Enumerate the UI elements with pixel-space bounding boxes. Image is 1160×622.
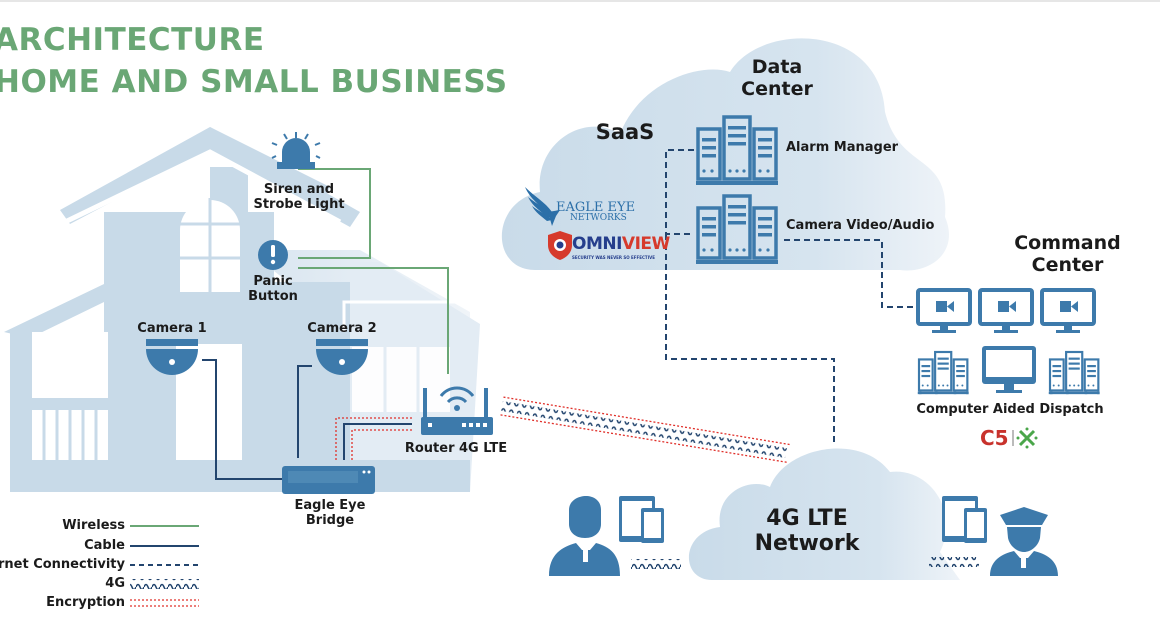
router-label: Router 4G LTE — [404, 441, 508, 456]
4g-wave-user — [631, 559, 681, 569]
architecture-diagram: ARCHITECTURE HOME AND SMALL BUSINESS Sir… — [0, 0, 1160, 620]
siren-icon — [271, 132, 321, 169]
server-rack-icon — [1048, 350, 1100, 395]
video-monitor-icon — [1040, 288, 1096, 333]
4g-encrypted-link — [500, 396, 792, 464]
video-monitor-icon — [978, 288, 1034, 333]
command-center-label: Command Center — [1014, 232, 1121, 276]
data-center-label: Data Center — [741, 56, 813, 100]
siren-label: Siren and Strobe Light — [253, 182, 345, 212]
eagle-eye-logo-subtext: NETWORKS — [570, 213, 627, 223]
lte-network-label: 4G LTE Network — [754, 506, 860, 557]
legend-internet-label: Internet Connectivity — [0, 557, 125, 572]
camera-2-label: Camera 2 — [307, 321, 377, 336]
title-line-1: ARCHITECTURE — [0, 22, 265, 58]
c5-logo: C5 — [980, 426, 1009, 450]
legend-4g-swatch — [130, 579, 199, 589]
alarm-manager-label: Alarm Manager — [786, 140, 899, 155]
desktop-computer-icon — [982, 346, 1036, 393]
4g-wave-police — [929, 557, 979, 567]
saas-label: SaaS — [595, 120, 655, 144]
legend-swatches — [130, 525, 199, 607]
title-line-2: HOME AND SMALL BUSINESS — [0, 64, 508, 100]
legend-encryption-label: Encryption — [46, 595, 125, 610]
server-rack-icon — [917, 350, 969, 395]
legend-cable-label: Cable — [84, 538, 125, 553]
tablet-phone-icon — [619, 496, 664, 543]
tablet-phone-icon — [942, 496, 987, 543]
legend-4g-label: 4G — [105, 576, 125, 591]
omniview-logo: OMNIVIEW — [572, 234, 670, 254]
panic-button-label: Panic Button — [248, 274, 298, 304]
house-illustration — [4, 127, 480, 492]
exclamation-icon — [258, 240, 288, 270]
legend-wireless-label: Wireless — [62, 518, 125, 533]
camera-1-label: Camera 1 — [137, 321, 207, 336]
police-officer-icon — [990, 507, 1058, 576]
business-user-icon — [549, 496, 620, 576]
cdmx-logo-icon — [1016, 427, 1038, 449]
camera-video-audio-label: Camera Video/Audio — [786, 218, 935, 233]
omniview-tagline: SECURITY WAS NEVER SO EFFECTIVE — [572, 255, 655, 260]
bridge-device-icon — [282, 466, 375, 494]
bridge-label: Eagle Eye Bridge — [294, 498, 366, 528]
cad-label: Computer Aided Dispatch — [916, 402, 1104, 417]
video-monitor-icon — [916, 288, 972, 333]
